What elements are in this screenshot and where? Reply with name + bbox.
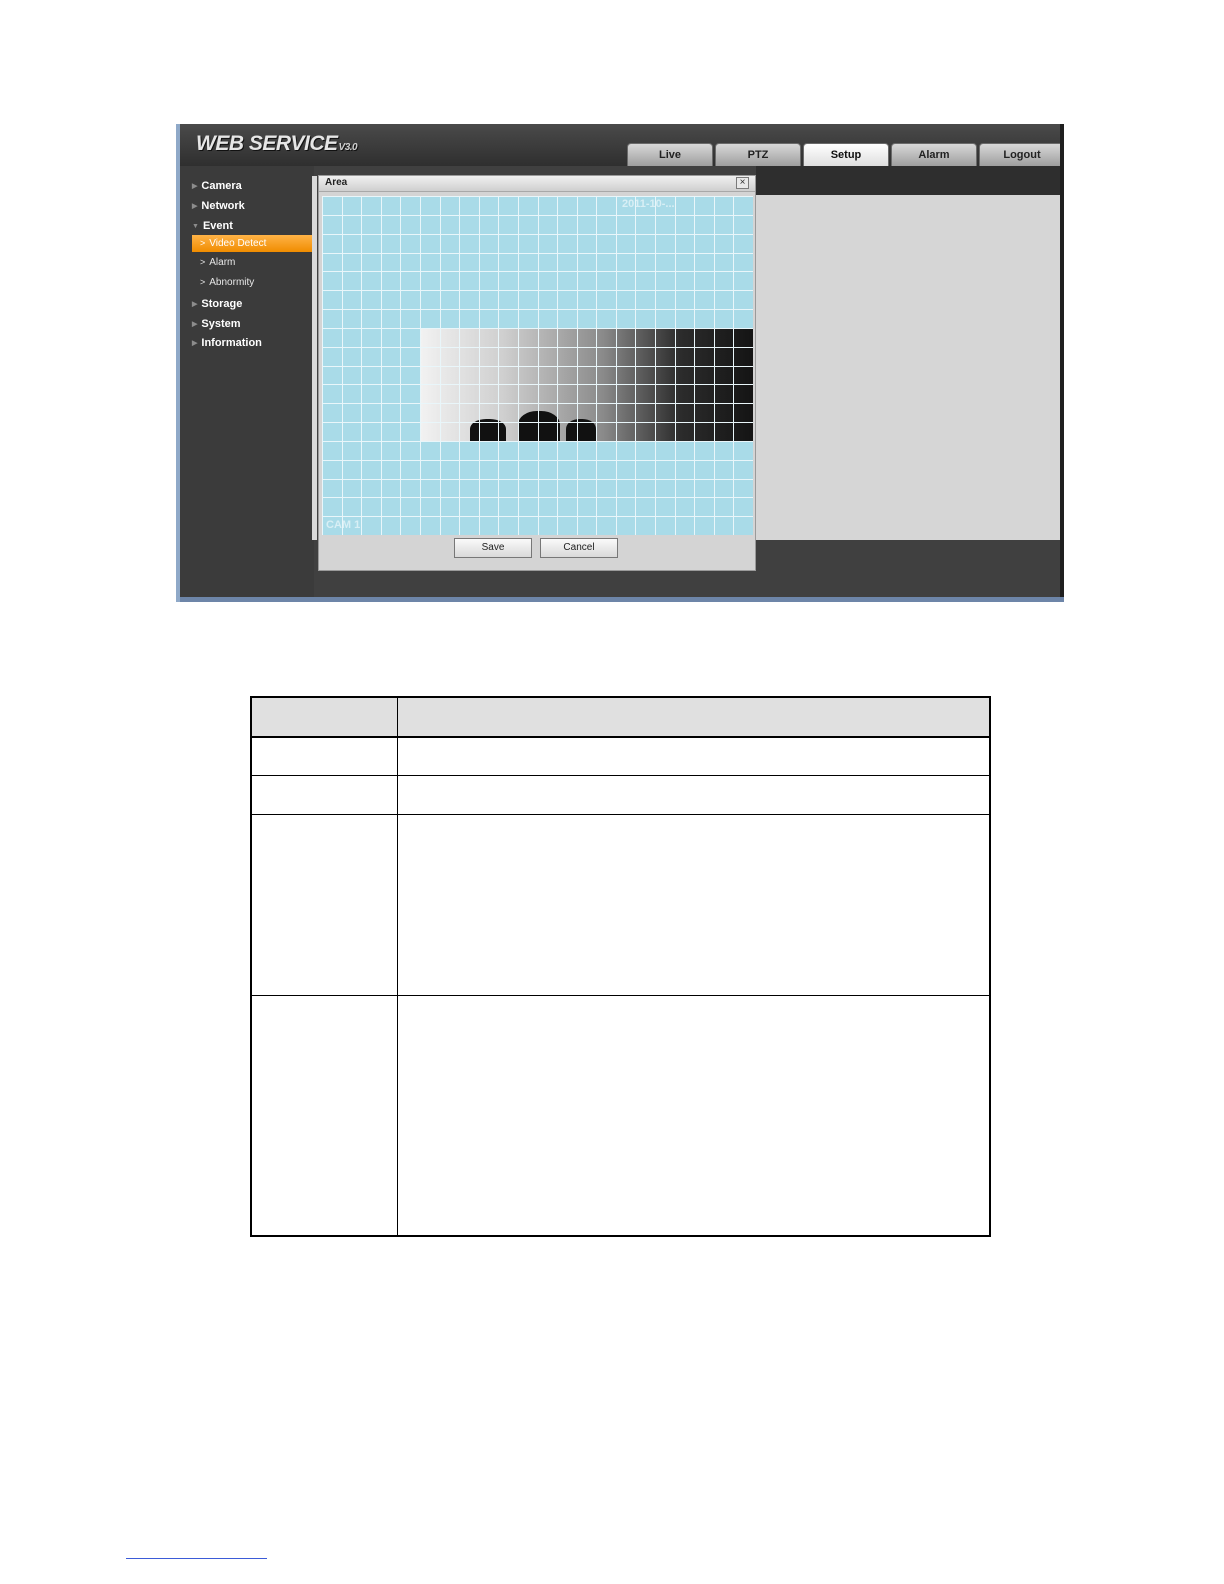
sidebar: ▶ Camera ▶ Network ▼ Event > Video Detect > A… [180,166,314,602]
tab-alarm[interactable]: Alarm [891,143,977,166]
sidebar-subitem-abnormity[interactable]: > Abnormity [192,274,312,291]
tab-setup[interactable]: Setup [803,143,889,166]
dialog-titlebar[interactable]: Area × [319,176,755,192]
window-bottom-edge [180,597,1064,602]
table-row-divider [252,814,989,815]
dialog-title: Area [325,177,348,188]
sidebar-item-event[interactable]: ▼ Event [192,220,233,232]
sidebar-item-system[interactable]: ▶ System [192,318,241,330]
right-triangle-icon: ▶ [192,340,198,347]
sidebar-subitem-alarm[interactable]: > Alarm [192,254,312,271]
right-triangle-icon: ▶ [192,203,198,210]
sidebar-item-storage[interactable]: ▶ Storage [192,298,242,310]
chevron-right-icon: > [200,257,206,267]
area-dialog: Area × 2011-10-... CAM 1 Save Cancel [318,175,756,571]
footnote-rule [126,1558,267,1559]
tab-live[interactable]: Live [627,143,713,166]
sidebar-divider [312,176,317,540]
right-triangle-icon: ▶ [192,183,198,190]
top-bar: WEB SERVICEV3.0 Live PTZ Setup Alarm Log… [180,124,1064,166]
tab-logout[interactable]: Logout [979,143,1064,166]
motion-area-grid[interactable]: 2011-10-... CAM 1 [322,196,753,535]
web-service-screenshot: WEB SERVICEV3.0 Live PTZ Setup Alarm Log… [176,124,1064,602]
content-header [756,166,1064,195]
table-row-divider [252,775,989,776]
down-triangle-icon: ▼ [192,223,199,230]
chevron-right-icon: > [200,277,206,287]
table-column-divider [397,698,398,1235]
logo: WEB SERVICEV3.0 [196,132,358,155]
right-triangle-icon: ▶ [192,321,198,328]
parameter-table [250,696,991,1237]
cancel-button[interactable]: Cancel [540,538,618,558]
chevron-right-icon: > [200,238,206,248]
sidebar-item-information[interactable]: ▶ Information [192,337,262,349]
content-panel [756,195,1064,540]
sidebar-item-camera[interactable]: ▶ Camera [192,180,242,192]
table-row-divider [252,995,989,996]
grid-lines [322,196,753,535]
tab-ptz[interactable]: PTZ [715,143,801,166]
table-header-row [252,698,989,738]
window-edge-right [1060,124,1064,602]
close-icon[interactable]: × [736,177,749,189]
right-triangle-icon: ▶ [192,301,198,308]
save-button[interactable]: Save [454,538,532,558]
sidebar-item-network[interactable]: ▶ Network [192,200,245,212]
sidebar-subitem-video-detect[interactable]: > Video Detect [192,235,312,252]
